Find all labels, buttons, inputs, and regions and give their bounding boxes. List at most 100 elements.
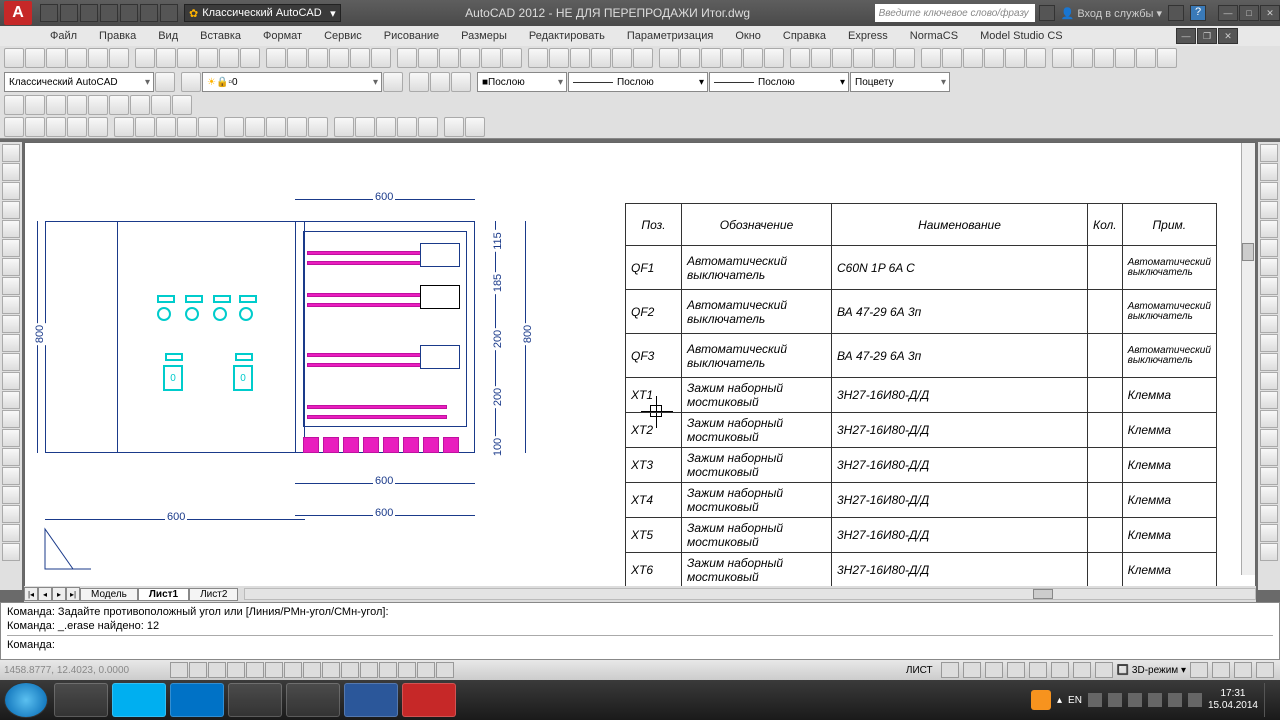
- toolbar-button[interactable]: [1094, 48, 1114, 68]
- tab-sheet1[interactable]: Лист1: [138, 588, 189, 601]
- toolbar-button[interactable]: [418, 117, 438, 137]
- modify-tool-button[interactable]: [1260, 543, 1278, 561]
- modify-tool-button[interactable]: [1260, 448, 1278, 466]
- modify-tool-button[interactable]: [1260, 258, 1278, 276]
- toolbar-button[interactable]: [764, 48, 784, 68]
- draw-tool-button[interactable]: [2, 353, 20, 371]
- tab-nav-first[interactable]: |◂: [24, 587, 38, 601]
- menu-format[interactable]: Формат: [253, 30, 312, 42]
- menu-modelstudio[interactable]: Model Studio CS: [970, 30, 1073, 42]
- lineweight-dropdown[interactable]: Послою: [709, 72, 849, 92]
- draw-tool-button[interactable]: [2, 543, 20, 561]
- clock[interactable]: 17:3115.04.2014: [1208, 688, 1258, 712]
- tab-model[interactable]: Модель: [80, 588, 138, 601]
- tab-scrollbar[interactable]: [244, 588, 1256, 600]
- menu-file[interactable]: Файл: [40, 30, 87, 42]
- space-indicator[interactable]: ЛИСТ: [902, 665, 937, 676]
- taskbar-explorer[interactable]: [54, 683, 108, 717]
- draw-tool-button[interactable]: [2, 448, 20, 466]
- modify-tool-button[interactable]: [1260, 429, 1278, 447]
- toolbar-button[interactable]: [376, 117, 396, 137]
- status-toggle[interactable]: [322, 662, 340, 678]
- toolbar-button[interactable]: [287, 48, 307, 68]
- toolbar-button[interactable]: [156, 48, 176, 68]
- qat-saveas-icon[interactable]: [100, 4, 118, 22]
- toolbar-button[interactable]: [88, 117, 108, 137]
- toolbar-button[interactable]: [397, 117, 417, 137]
- tab-sheet2[interactable]: Лист2: [189, 588, 238, 601]
- close-button[interactable]: ✕: [1260, 5, 1280, 21]
- toolbar-button[interactable]: [502, 48, 522, 68]
- toolbar-button[interactable]: [963, 48, 983, 68]
- tray-icon[interactable]: [1128, 693, 1142, 707]
- toolbar-button[interactable]: [355, 117, 375, 137]
- toolbar-button[interactable]: [46, 117, 66, 137]
- draw-tool-button[interactable]: [2, 277, 20, 295]
- command-prompt[interactable]: Команда:: [7, 635, 1273, 652]
- toolbar-button[interactable]: [329, 48, 349, 68]
- toolbar-button[interactable]: [528, 48, 548, 68]
- taskbar-chrome[interactable]: [228, 683, 282, 717]
- status-button[interactable]: [963, 662, 981, 678]
- status-toggle[interactable]: [265, 662, 283, 678]
- tray-icon[interactable]: [1088, 693, 1102, 707]
- toolbar-button[interactable]: [198, 48, 218, 68]
- draw-tool-button[interactable]: [2, 239, 20, 257]
- app-menu-button[interactable]: A: [4, 1, 32, 25]
- toolbar-button[interactable]: [633, 48, 653, 68]
- status-toggle[interactable]: [398, 662, 416, 678]
- toolbar-button[interactable]: [88, 95, 108, 115]
- exchange-icon[interactable]: [1168, 5, 1184, 21]
- tray-network-icon[interactable]: [1168, 693, 1182, 707]
- status-button[interactable]: [1190, 662, 1208, 678]
- layer-dropdown[interactable]: ☀🔒▫ 0: [202, 72, 382, 92]
- toolbar-button[interactable]: [25, 48, 45, 68]
- tray-icon[interactable]: [1108, 693, 1122, 707]
- toolbar-button[interactable]: [240, 48, 260, 68]
- menu-draw[interactable]: Рисование: [374, 30, 449, 42]
- toolbar-button[interactable]: [224, 117, 244, 137]
- layer-btn[interactable]: [383, 72, 403, 92]
- toolbar-button[interactable]: [1052, 48, 1072, 68]
- draw-tool-button[interactable]: [2, 391, 20, 409]
- toolbar-button[interactable]: [832, 48, 852, 68]
- modify-tool-button[interactable]: [1260, 410, 1278, 428]
- draw-tool-button[interactable]: [2, 315, 20, 333]
- toolbar-button[interactable]: [790, 48, 810, 68]
- toolbar-button[interactable]: [659, 48, 679, 68]
- toolbar-button[interactable]: [25, 95, 45, 115]
- toolbar-button[interactable]: [334, 117, 354, 137]
- toolbar-button[interactable]: [549, 48, 569, 68]
- toolbar-button[interactable]: [46, 95, 66, 115]
- modify-tool-button[interactable]: [1260, 524, 1278, 542]
- status-toggle[interactable]: [284, 662, 302, 678]
- toolbar-button[interactable]: [67, 48, 87, 68]
- draw-tool-button[interactable]: [2, 163, 20, 181]
- toolbar-button[interactable]: [25, 117, 45, 137]
- toolbar-button[interactable]: [266, 48, 286, 68]
- menu-view[interactable]: Вид: [148, 30, 188, 42]
- status-toggle[interactable]: [227, 662, 245, 678]
- ws-settings-icon[interactable]: [155, 72, 175, 92]
- toolbar-button[interactable]: [135, 117, 155, 137]
- tray-volume-icon[interactable]: [1188, 693, 1202, 707]
- toolbar-button[interactable]: [198, 117, 218, 137]
- toolbar-button[interactable]: [612, 48, 632, 68]
- modify-tool-button[interactable]: [1260, 315, 1278, 333]
- draw-tool-button[interactable]: [2, 334, 20, 352]
- status-button[interactable]: [1029, 662, 1047, 678]
- qat-print-icon[interactable]: [120, 4, 138, 22]
- toolbar-button[interactable]: [811, 48, 831, 68]
- toolbar-button[interactable]: [680, 48, 700, 68]
- taskbar-skype[interactable]: [112, 683, 166, 717]
- qat-open-icon[interactable]: [60, 4, 78, 22]
- start-button[interactable]: [4, 682, 48, 718]
- status-toggle[interactable]: [436, 662, 454, 678]
- modify-tool-button[interactable]: [1260, 353, 1278, 371]
- help-icon[interactable]: ?: [1190, 5, 1206, 21]
- toolbar-button[interactable]: [245, 117, 265, 137]
- modify-tool-button[interactable]: [1260, 505, 1278, 523]
- modify-tool-button[interactable]: [1260, 296, 1278, 314]
- toolbar-button[interactable]: [570, 48, 590, 68]
- modify-tool-button[interactable]: [1260, 391, 1278, 409]
